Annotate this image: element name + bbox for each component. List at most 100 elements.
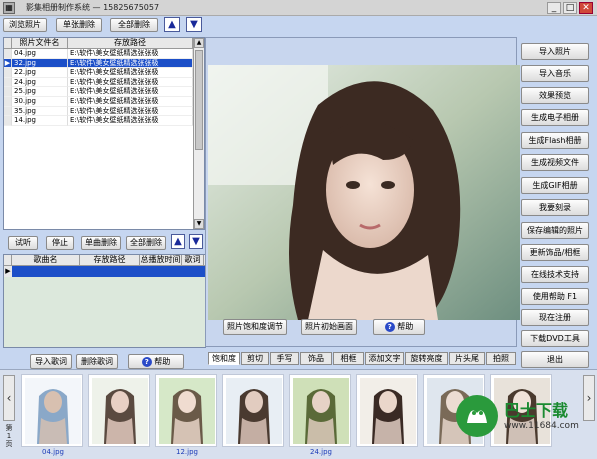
saturation-button[interactable]: 照片饱和度调节	[223, 319, 287, 335]
scroll-up-icon[interactable]: ▲	[194, 38, 204, 48]
photo-path[interactable]: E:\软件\美女壁纸精选张张极	[68, 96, 193, 107]
table-row[interactable]: 25.jpg E:\软件\美女壁纸精选张张极	[4, 87, 204, 97]
tab[interactable]: 拍照	[486, 352, 516, 365]
action-button[interactable]: 退出	[521, 351, 589, 368]
table-row[interactable]: 14.jpg E:\软件\美女壁纸精选张张极	[4, 116, 204, 126]
tab[interactable]: 饱和度	[208, 352, 240, 365]
row-indicator-icon: ▶	[4, 266, 12, 277]
photo-filename[interactable]: 25.jpg	[12, 87, 68, 97]
photo-filename[interactable]: 04.jpg	[12, 49, 68, 59]
thumbnails-prev-icon[interactable]: ‹	[3, 375, 15, 421]
tab[interactable]: 添加文字	[365, 352, 404, 365]
delete-lyrics-button[interactable]: 删除歌词	[76, 354, 118, 369]
thumbnail[interactable]	[356, 374, 418, 447]
table-row[interactable]: 24.jpg E:\软件\美女壁纸精选张张极	[4, 77, 204, 88]
maximize-button[interactable]: □	[563, 2, 577, 14]
tab[interactable]: 旋转亮度	[405, 352, 448, 365]
thumbnail[interactable]	[222, 374, 284, 447]
music-selected-row[interactable]: ▶	[4, 266, 205, 277]
photo-filename[interactable]: 35.jpg	[12, 106, 68, 117]
photo-path[interactable]: E:\软件\美女壁纸精选张张极	[68, 77, 193, 88]
delete-single-song-button[interactable]: 单曲删除	[81, 236, 121, 250]
minimize-button[interactable]: _	[547, 2, 561, 14]
page-indicator: 第 1 页	[5, 424, 13, 448]
action-button[interactable]: 效果预览	[521, 87, 589, 104]
photo-filename[interactable]: 14.jpg	[12, 116, 68, 126]
delete-single-photo-button[interactable]: 单张删除	[56, 18, 102, 32]
listen-button[interactable]: 试听	[8, 236, 38, 250]
tab[interactable]: 剪切	[241, 352, 269, 365]
action-button[interactable]: 下载DVD工具	[521, 330, 589, 347]
music-table: 歌曲名 存放路径 总播放时间 歌词 ▶	[3, 254, 206, 348]
music-table-header: 歌曲名 存放路径 总播放时间 歌词	[4, 255, 205, 266]
photo-path[interactable]: E:\软件\美女壁纸精选张张极	[68, 68, 193, 78]
stop-button[interactable]: 停止	[46, 236, 74, 250]
help-label: 帮助	[397, 322, 414, 331]
photo-path[interactable]: E:\软件\美女壁纸精选张张极	[68, 87, 193, 97]
thumbnail[interactable]	[88, 374, 150, 447]
photo-filename[interactable]: 32.jpg	[12, 58, 68, 69]
thumbnail-image	[25, 378, 81, 444]
thumbnail[interactable]: 24.jpg	[289, 374, 351, 456]
import-lyrics-button[interactable]: 导入歌词	[30, 354, 72, 369]
browse-photos-button[interactable]: 浏览照片	[3, 18, 47, 32]
tab[interactable]: 相框	[333, 352, 364, 365]
photo-filename[interactable]: 22.jpg	[12, 68, 68, 78]
action-button[interactable]: 更新饰品/相框	[521, 244, 589, 261]
column-header-duration[interactable]: 总播放时间	[140, 255, 182, 265]
action-button[interactable]: 生成GIF相册	[521, 177, 589, 194]
move-down-icon[interactable]: ▼	[186, 17, 202, 32]
column-header-song[interactable]: 歌曲名	[12, 255, 80, 265]
song-up-icon[interactable]: ▲	[171, 234, 185, 249]
scroll-thumb[interactable]	[195, 50, 203, 150]
delete-all-photos-button[interactable]: 全部删除	[110, 18, 158, 32]
column-header-lyrics[interactable]: 歌词	[182, 255, 204, 265]
table-row[interactable]: 04.jpg E:\软件\美女壁纸精选张张极	[4, 49, 204, 59]
music-row-cell[interactable]	[12, 266, 205, 277]
close-button[interactable]: ✕	[579, 2, 593, 14]
photo-filename[interactable]: 30.jpg	[12, 96, 68, 107]
photo-filename[interactable]: 24.jpg	[12, 77, 68, 88]
table-row[interactable]: ▶ 32.jpg E:\软件\美女壁纸精选张张极	[4, 58, 204, 69]
brand-url: www.11684.com	[504, 421, 579, 431]
move-up-icon[interactable]: ▲	[164, 17, 180, 32]
photo-path[interactable]: E:\软件\美女壁纸精选张张极	[68, 116, 193, 126]
photo-path[interactable]: E:\软件\美女壁纸精选张张极	[68, 58, 193, 69]
photo-path[interactable]: E:\软件\美女壁纸精选张张极	[68, 49, 193, 59]
tab[interactable]: 饰品	[300, 352, 332, 365]
tab[interactable]: 片头尾	[449, 352, 485, 365]
preview-photo	[208, 65, 520, 320]
table-row[interactable]: 30.jpg E:\软件\美女壁纸精选张张极	[4, 96, 204, 107]
scroll-down-icon[interactable]: ▼	[194, 219, 204, 229]
action-button[interactable]: 生成Flash相册	[521, 132, 589, 149]
help-icon: ?	[141, 357, 152, 367]
action-button[interactable]: 使用帮助 F1	[521, 288, 589, 305]
reset-photo-button[interactable]: 照片初始画面	[301, 319, 357, 335]
action-button[interactable]: 生成电子相册	[521, 109, 589, 126]
action-button[interactable]: 生成视频文件	[521, 154, 589, 171]
thumbnail-caption: 04.jpg	[42, 448, 64, 456]
tab[interactable]: 手写	[270, 352, 299, 365]
action-button[interactable]: 我要刻录	[521, 199, 589, 216]
brand-logo-icon	[456, 395, 498, 437]
thumbnail[interactable]: 04.jpg	[21, 374, 83, 456]
thumbnail-image	[159, 378, 215, 444]
song-down-icon[interactable]: ▼	[189, 234, 203, 249]
column-header-music-path[interactable]: 存放路径	[80, 255, 140, 265]
photo-table-scrollbar[interactable]: ▲ ▼	[193, 38, 204, 229]
action-button[interactable]: 导入照片	[521, 43, 589, 60]
action-button[interactable]: 在线技术支持	[521, 266, 589, 283]
table-row[interactable]: 35.jpg E:\软件\美女壁纸精选张张极	[4, 106, 204, 117]
action-button[interactable]: 保存编辑的照片	[521, 222, 589, 239]
column-header-path[interactable]: 存放路径	[68, 38, 193, 48]
delete-all-songs-button[interactable]: 全部删除	[126, 236, 166, 250]
action-button[interactable]: 现在注册	[521, 309, 589, 326]
action-button[interactable]: 导入音乐	[521, 65, 589, 82]
column-header-filename[interactable]: 照片文件名	[12, 38, 68, 48]
preview-help-button[interactable]: ? 帮助	[373, 319, 425, 335]
table-row[interactable]: 22.jpg E:\软件\美女壁纸精选张张极	[4, 68, 204, 78]
thumbnail-image	[293, 378, 349, 444]
thumbnail[interactable]: 12.jpg	[155, 374, 217, 456]
lyrics-help-button[interactable]: ? 帮助	[128, 354, 184, 369]
photo-path[interactable]: E:\软件\美女壁纸精选张张极	[68, 106, 193, 117]
